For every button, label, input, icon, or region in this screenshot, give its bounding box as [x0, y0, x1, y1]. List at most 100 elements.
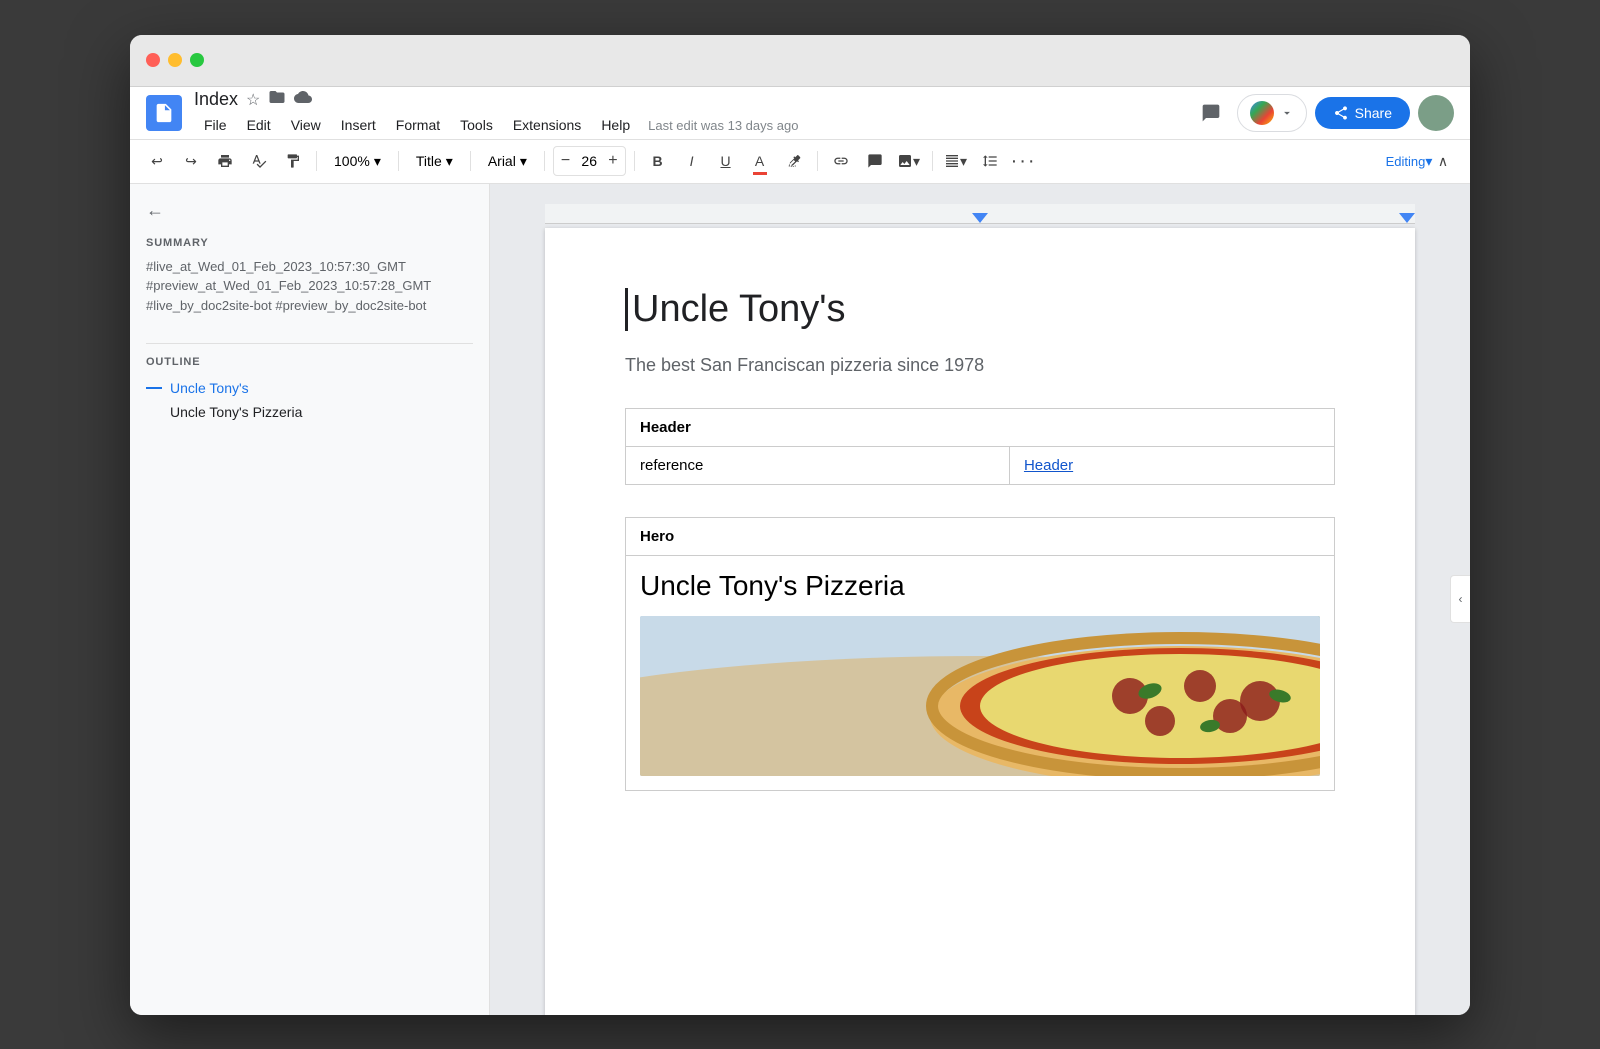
paint-format-button[interactable] — [278, 146, 308, 176]
folder-icon[interactable] — [268, 88, 286, 111]
ruler-area — [545, 204, 1415, 224]
right-panel-toggle[interactable]: ‹ — [1450, 575, 1470, 623]
table-cell-value: Header — [1009, 446, 1334, 484]
toolbar-divider-7 — [932, 151, 933, 171]
summary-text: #live_at_Wed_01_Feb_2023_10:57:30_GMT #p… — [146, 257, 473, 316]
zoom-selector[interactable]: 100% ▾ — [325, 146, 390, 176]
insert-image-button[interactable]: ▾ — [894, 146, 924, 176]
meet-dropdown-icon — [1280, 106, 1294, 120]
print-button[interactable] — [210, 146, 240, 176]
title-bar — [130, 35, 1470, 87]
fullscreen-button[interactable] — [190, 53, 204, 67]
hero-title: Uncle Tony's Pizzeria — [640, 570, 1320, 602]
document-title[interactable]: Uncle Tony's — [625, 288, 1335, 331]
toolbar-divider-3 — [470, 151, 471, 171]
style-value: Title — [416, 153, 442, 169]
app-window: Index ☆ File Edit View Insert Format Too… — [130, 35, 1470, 1015]
highlight-button[interactable] — [779, 146, 809, 176]
doc-title-row: Index ☆ — [194, 88, 1181, 111]
menu-bar: Index ☆ File Edit View Insert Format Too… — [130, 87, 1470, 140]
align-dropdown-icon: ▾ — [960, 153, 967, 170]
hero-section-header: Hero — [626, 518, 1334, 556]
link-button[interactable] — [826, 146, 856, 176]
outline-section-label: OUTLINE — [146, 356, 473, 368]
doc-title-area: Index ☆ File Edit View Insert Format Too… — [194, 88, 1181, 137]
menu-actions: Share — [1193, 94, 1454, 132]
zoom-dropdown-icon: ▾ — [374, 153, 381, 170]
main-area: ← SUMMARY #live_at_Wed_01_Feb_2023_10:57… — [130, 184, 1470, 1015]
summary-section-label: SUMMARY — [146, 237, 473, 249]
sidebar-back-button[interactable]: ← — [146, 200, 176, 221]
align-button[interactable]: ▾ — [941, 146, 971, 176]
style-dropdown-icon: ▾ — [446, 153, 453, 170]
insert-image-dropdown-icon: ▾ — [913, 153, 920, 170]
font-size-value: 26 — [575, 153, 603, 169]
style-selector[interactable]: Title ▾ — [407, 146, 462, 176]
menu-file[interactable]: File — [194, 113, 237, 137]
font-selector[interactable]: Arial ▾ — [479, 146, 536, 176]
menu-edit[interactable]: Edit — [237, 113, 281, 137]
outline-active-indicator — [146, 387, 162, 389]
more-options-button[interactable]: ··· — [1009, 146, 1039, 176]
undo-button[interactable]: ↩ — [142, 146, 172, 176]
header-link[interactable]: Header — [1024, 457, 1073, 474]
pizza-svg — [640, 616, 1320, 776]
sidebar: ← SUMMARY #live_at_Wed_01_Feb_2023_10:57… — [130, 184, 490, 1015]
sidebar-divider — [146, 343, 473, 344]
toolbar-divider-5 — [634, 151, 635, 171]
outline-item-label: Uncle Tony's Pizzeria — [146, 404, 302, 420]
doc-title: Index — [194, 89, 238, 110]
italic-button[interactable]: I — [677, 146, 707, 176]
redo-button[interactable]: ↪ — [176, 146, 206, 176]
toolbar-divider-1 — [316, 151, 317, 171]
comments-button[interactable] — [1193, 95, 1229, 131]
table-header: Header — [626, 408, 1335, 446]
share-button[interactable]: Share — [1315, 97, 1410, 129]
toolbar-divider-4 — [544, 151, 545, 171]
outline-item-label-active: Uncle Tony's — [170, 380, 249, 396]
outline-item-pizzeria[interactable]: Uncle Tony's Pizzeria — [146, 400, 473, 424]
edit-mode-label: Editing — [1386, 154, 1426, 169]
zoom-value: 100% — [334, 153, 370, 169]
document-area[interactable]: Uncle Tony's The best San Franciscan piz… — [490, 184, 1470, 1015]
hero-body: Uncle Tony's Pizzeria — [626, 556, 1334, 790]
outline-item-uncle-tonys[interactable]: Uncle Tony's — [146, 376, 473, 400]
table-row: reference Header — [626, 446, 1335, 484]
cloud-icon[interactable] — [294, 88, 312, 111]
docs-icon — [146, 95, 182, 131]
docs-svg-icon — [153, 102, 175, 124]
text-color-button[interactable]: A — [745, 146, 775, 176]
share-label: Share — [1355, 105, 1392, 121]
menu-extensions[interactable]: Extensions — [503, 113, 591, 137]
font-size-increase[interactable]: + — [605, 152, 620, 170]
collapse-toolbar-button[interactable]: ∧ — [1428, 146, 1458, 176]
ruler-bar — [545, 204, 1415, 224]
font-size-decrease[interactable]: − — [558, 152, 573, 170]
bold-button[interactable]: B — [643, 146, 673, 176]
font-dropdown-icon: ▾ — [520, 153, 527, 170]
meet-icon — [1250, 101, 1274, 125]
menu-insert[interactable]: Insert — [331, 113, 386, 137]
meet-button[interactable] — [1237, 94, 1307, 132]
minimize-button[interactable] — [168, 53, 182, 67]
comment-button[interactable] — [860, 146, 890, 176]
font-size-control: − 26 + — [553, 146, 626, 176]
menu-top: Index ☆ File Edit View Insert Format Too… — [130, 87, 1470, 139]
user-avatar[interactable] — [1418, 95, 1454, 131]
star-icon[interactable]: ☆ — [246, 90, 260, 110]
edit-mode-button[interactable]: Editing ▾ — [1394, 146, 1424, 176]
menu-tools[interactable]: Tools — [450, 113, 503, 137]
spell-check-button[interactable] — [244, 146, 274, 176]
font-value: Arial — [488, 153, 516, 169]
toolbar: ↩ ↪ 100% ▾ Title ▾ Arial ▾ − 26 + — [130, 140, 1470, 184]
toolbar-divider-2 — [398, 151, 399, 171]
close-button[interactable] — [146, 53, 160, 67]
document-page: Uncle Tony's The best San Franciscan piz… — [545, 228, 1415, 1015]
toolbar-divider-6 — [817, 151, 818, 171]
menu-format[interactable]: Format — [386, 113, 450, 137]
underline-button[interactable]: U — [711, 146, 741, 176]
line-spacing-button[interactable] — [975, 146, 1005, 176]
header-table: Header reference Header — [625, 408, 1335, 485]
menu-view[interactable]: View — [281, 113, 331, 137]
menu-help[interactable]: Help — [591, 113, 640, 137]
